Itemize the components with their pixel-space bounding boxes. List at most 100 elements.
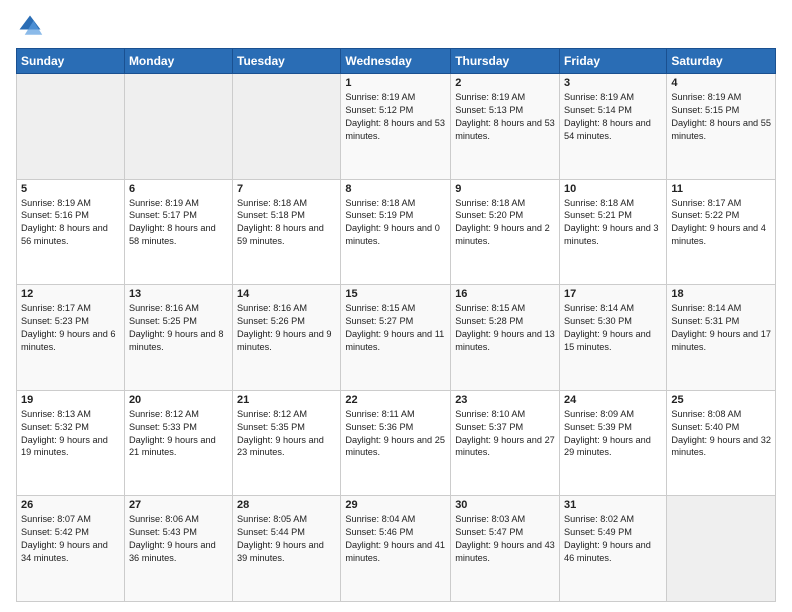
day-info: Sunrise: 8:19 AM Sunset: 5:15 PM Dayligh… xyxy=(671,91,771,143)
calendar-cell xyxy=(124,74,232,180)
calendar-cell: 6Sunrise: 8:19 AM Sunset: 5:17 PM Daylig… xyxy=(124,179,232,285)
calendar-cell: 21 Sunrise: 8:12 AM Sunset: 5:35 PM Dayli… xyxy=(233,390,341,496)
day-number: 30 xyxy=(455,499,555,511)
day-info: Sunrise: 8:19 AM Sunset: 5:17 PM Dayligh… xyxy=(129,197,228,249)
calendar-cell: 30 Sunrise: 8:03 AM Sunset: 5:47 PM Dayli… xyxy=(451,496,560,602)
day-header-saturday: Saturday xyxy=(667,49,776,74)
day-number: 22 xyxy=(345,394,446,406)
calendar-cell: 11Sunrise: 8:17 AM Sunset: 5:22 PM Dayli… xyxy=(667,179,776,285)
day-number: 1 xyxy=(345,77,446,89)
calendar-cell: 7 Sunrise: 8:18 AM Sunset: 5:18 PM Daylig… xyxy=(233,179,341,285)
day-info: Sunrise: 8:04 AM Sunset: 5:46 PM Dayligh… xyxy=(345,513,446,565)
day-info: Sunrise: 8:18 AM Sunset: 5:19 PM Dayligh… xyxy=(345,197,446,249)
calendar-cell: 19Sunrise: 8:13 AM Sunset: 5:32 PM Dayli… xyxy=(17,390,125,496)
calendar-cell: 3 Sunrise: 8:19 AM Sunset: 5:14 PM Daylig… xyxy=(560,74,667,180)
day-number: 18 xyxy=(671,288,771,300)
day-number: 7 xyxy=(237,183,336,195)
day-info: Sunrise: 8:16 AM Sunset: 5:26 PM Dayligh… xyxy=(237,302,336,354)
day-number: 23 xyxy=(455,394,555,406)
calendar-cell: 13 Sunrise: 8:16 AM Sunset: 5:25 PM Dayli… xyxy=(124,285,232,391)
calendar-cell: 27Sunrise: 8:06 AM Sunset: 5:43 PM Dayli… xyxy=(124,496,232,602)
calendar-cell: 12 Sunrise: 8:17 AM Sunset: 5:23 PM Dayli… xyxy=(17,285,125,391)
calendar-cell xyxy=(17,74,125,180)
day-number: 15 xyxy=(345,288,446,300)
calendar-cell xyxy=(667,496,776,602)
day-number: 19 xyxy=(21,394,120,406)
week-row-4: 19Sunrise: 8:13 AM Sunset: 5:32 PM Dayli… xyxy=(17,390,776,496)
day-info: Sunrise: 8:18 AM Sunset: 5:20 PM Dayligh… xyxy=(455,197,555,249)
day-info: Sunrise: 8:14 AM Sunset: 5:30 PM Dayligh… xyxy=(564,302,662,354)
day-number: 5 xyxy=(21,183,120,195)
calendar-cell: 10Sunrise: 8:18 AM Sunset: 5:21 PM Dayli… xyxy=(560,179,667,285)
day-info: Sunrise: 8:07 AM Sunset: 5:42 PM Dayligh… xyxy=(21,513,120,565)
day-info: Sunrise: 8:19 AM Sunset: 5:13 PM Dayligh… xyxy=(455,91,555,143)
calendar-cell: 22 Sunrise: 8:11 AM Sunset: 5:36 PM Dayli… xyxy=(341,390,451,496)
day-info: Sunrise: 8:11 AM Sunset: 5:36 PM Dayligh… xyxy=(345,408,446,460)
day-info: Sunrise: 8:06 AM Sunset: 5:43 PM Dayligh… xyxy=(129,513,228,565)
calendar-cell: 9 Sunrise: 8:18 AM Sunset: 5:20 PM Daylig… xyxy=(451,179,560,285)
day-info: Sunrise: 8:19 AM Sunset: 5:16 PM Dayligh… xyxy=(21,197,120,249)
day-info: Sunrise: 8:14 AM Sunset: 5:31 PM Dayligh… xyxy=(671,302,771,354)
calendar-cell xyxy=(233,74,341,180)
day-number: 17 xyxy=(564,288,662,300)
calendar-cell: 5 Sunrise: 8:19 AM Sunset: 5:16 PM Daylig… xyxy=(17,179,125,285)
day-number: 29 xyxy=(345,499,446,511)
calendar-cell: 25 Sunrise: 8:08 AM Sunset: 5:40 PM Dayli… xyxy=(667,390,776,496)
calendar-cell: 31 Sunrise: 8:02 AM Sunset: 5:49 PM Dayli… xyxy=(560,496,667,602)
calendar-cell: 28 Sunrise: 8:05 AM Sunset: 5:44 PM Dayli… xyxy=(233,496,341,602)
day-number: 28 xyxy=(237,499,336,511)
calendar-cell: 26Sunrise: 8:07 AM Sunset: 5:42 PM Dayli… xyxy=(17,496,125,602)
calendar-cell: 17 Sunrise: 8:14 AM Sunset: 5:30 PM Dayli… xyxy=(560,285,667,391)
day-number: 13 xyxy=(129,288,228,300)
day-header-friday: Friday xyxy=(560,49,667,74)
day-info: Sunrise: 8:15 AM Sunset: 5:27 PM Dayligh… xyxy=(345,302,446,354)
day-header-wednesday: Wednesday xyxy=(341,49,451,74)
week-row-5: 26Sunrise: 8:07 AM Sunset: 5:42 PM Dayli… xyxy=(17,496,776,602)
day-info: Sunrise: 8:12 AM Sunset: 5:33 PM Dayligh… xyxy=(129,408,228,460)
day-info: Sunrise: 8:09 AM Sunset: 5:39 PM Dayligh… xyxy=(564,408,662,460)
day-info: Sunrise: 8:17 AM Sunset: 5:23 PM Dayligh… xyxy=(21,302,120,354)
day-number: 16 xyxy=(455,288,555,300)
calendar-cell: 2 Sunrise: 8:19 AM Sunset: 5:13 PM Daylig… xyxy=(451,74,560,180)
day-number: 21 xyxy=(237,394,336,406)
calendar-body: 1 Sunrise: 8:19 AM Sunset: 5:12 PM Daylig… xyxy=(17,74,776,602)
calendar-cell: 24 Sunrise: 8:09 AM Sunset: 5:39 PM Dayli… xyxy=(560,390,667,496)
day-header-sunday: Sunday xyxy=(17,49,125,74)
day-header-thursday: Thursday xyxy=(451,49,560,74)
day-info: Sunrise: 8:02 AM Sunset: 5:49 PM Dayligh… xyxy=(564,513,662,565)
day-info: Sunrise: 8:05 AM Sunset: 5:44 PM Dayligh… xyxy=(237,513,336,565)
day-number: 24 xyxy=(564,394,662,406)
calendar-cell: 8Sunrise: 8:18 AM Sunset: 5:19 PM Daylig… xyxy=(341,179,451,285)
day-number: 20 xyxy=(129,394,228,406)
header xyxy=(16,12,776,40)
day-number: 2 xyxy=(455,77,555,89)
day-info: Sunrise: 8:18 AM Sunset: 5:18 PM Dayligh… xyxy=(237,197,336,249)
day-number: 25 xyxy=(671,394,771,406)
day-header-monday: Monday xyxy=(124,49,232,74)
calendar-cell: 15 Sunrise: 8:15 AM Sunset: 5:27 PM Dayli… xyxy=(341,285,451,391)
calendar-cell: 1 Sunrise: 8:19 AM Sunset: 5:12 PM Daylig… xyxy=(341,74,451,180)
day-number: 3 xyxy=(564,77,662,89)
week-row-2: 5 Sunrise: 8:19 AM Sunset: 5:16 PM Daylig… xyxy=(17,179,776,285)
calendar-header: SundayMondayTuesdayWednesdayThursdayFrid… xyxy=(17,49,776,74)
day-info: Sunrise: 8:12 AM Sunset: 5:35 PM Dayligh… xyxy=(237,408,336,460)
day-info: Sunrise: 8:15 AM Sunset: 5:28 PM Dayligh… xyxy=(455,302,555,354)
week-row-1: 1 Sunrise: 8:19 AM Sunset: 5:12 PM Daylig… xyxy=(17,74,776,180)
day-info: Sunrise: 8:08 AM Sunset: 5:40 PM Dayligh… xyxy=(671,408,771,460)
day-number: 31 xyxy=(564,499,662,511)
week-row-3: 12 Sunrise: 8:17 AM Sunset: 5:23 PM Dayli… xyxy=(17,285,776,391)
day-info: Sunrise: 8:16 AM Sunset: 5:25 PM Dayligh… xyxy=(129,302,228,354)
day-info: Sunrise: 8:10 AM Sunset: 5:37 PM Dayligh… xyxy=(455,408,555,460)
day-info: Sunrise: 8:03 AM Sunset: 5:47 PM Dayligh… xyxy=(455,513,555,565)
day-number: 11 xyxy=(671,183,771,195)
header-row: SundayMondayTuesdayWednesdayThursdayFrid… xyxy=(17,49,776,74)
day-number: 14 xyxy=(237,288,336,300)
day-number: 12 xyxy=(21,288,120,300)
day-number: 4 xyxy=(671,77,771,89)
day-info: Sunrise: 8:19 AM Sunset: 5:14 PM Dayligh… xyxy=(564,91,662,143)
day-info: Sunrise: 8:18 AM Sunset: 5:21 PM Dayligh… xyxy=(564,197,662,249)
day-info: Sunrise: 8:19 AM Sunset: 5:12 PM Dayligh… xyxy=(345,91,446,143)
day-number: 9 xyxy=(455,183,555,195)
page: SundayMondayTuesdayWednesdayThursdayFrid… xyxy=(0,0,792,612)
logo xyxy=(16,12,48,40)
